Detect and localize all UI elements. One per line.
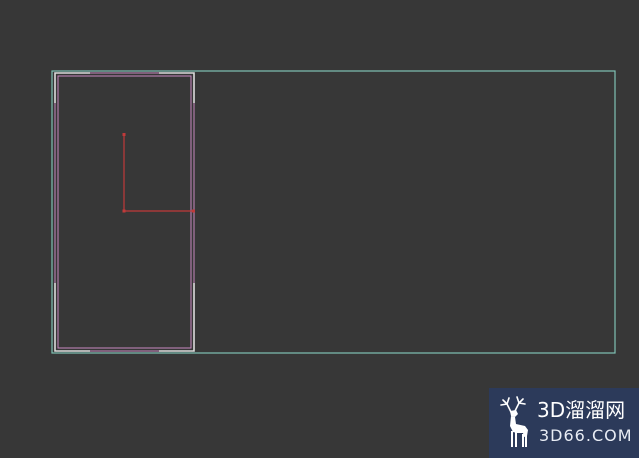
watermark-url-text: 3D66.COM: [539, 426, 633, 445]
outer-rectangle[interactable]: [51, 70, 616, 354]
gizmo-origin[interactable]: [122, 209, 126, 213]
viewport-canvas[interactable]: 3D溜溜网 3D66.COM: [0, 0, 639, 458]
gizmo-x-handle[interactable]: [192, 209, 195, 213]
transform-gizmo[interactable]: [122, 133, 196, 213]
deer-logo-icon: [500, 396, 528, 447]
watermark-brand-text: 3D溜溜网: [537, 398, 626, 422]
gizmo-y-handle[interactable]: [122, 133, 126, 136]
watermark-banner: 3D溜溜网 3D66.COM: [489, 388, 639, 458]
